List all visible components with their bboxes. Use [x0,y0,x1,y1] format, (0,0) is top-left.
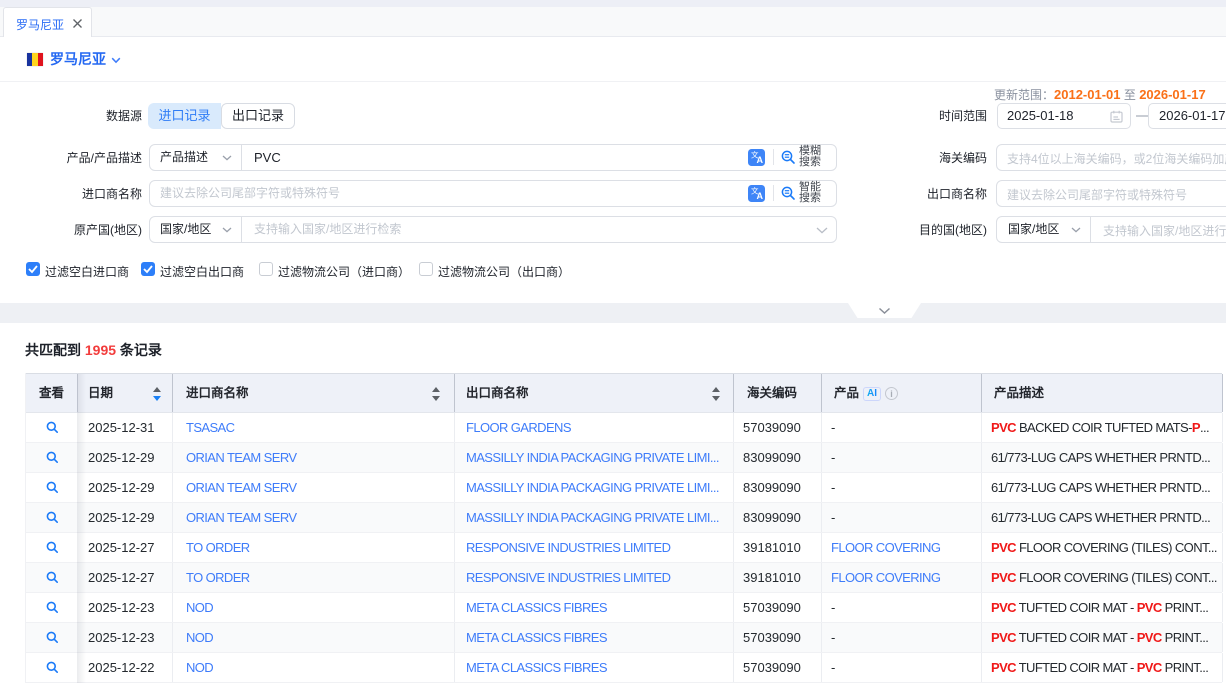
svg-text:A: A [757,191,764,201]
svg-text:A: A [757,155,764,165]
